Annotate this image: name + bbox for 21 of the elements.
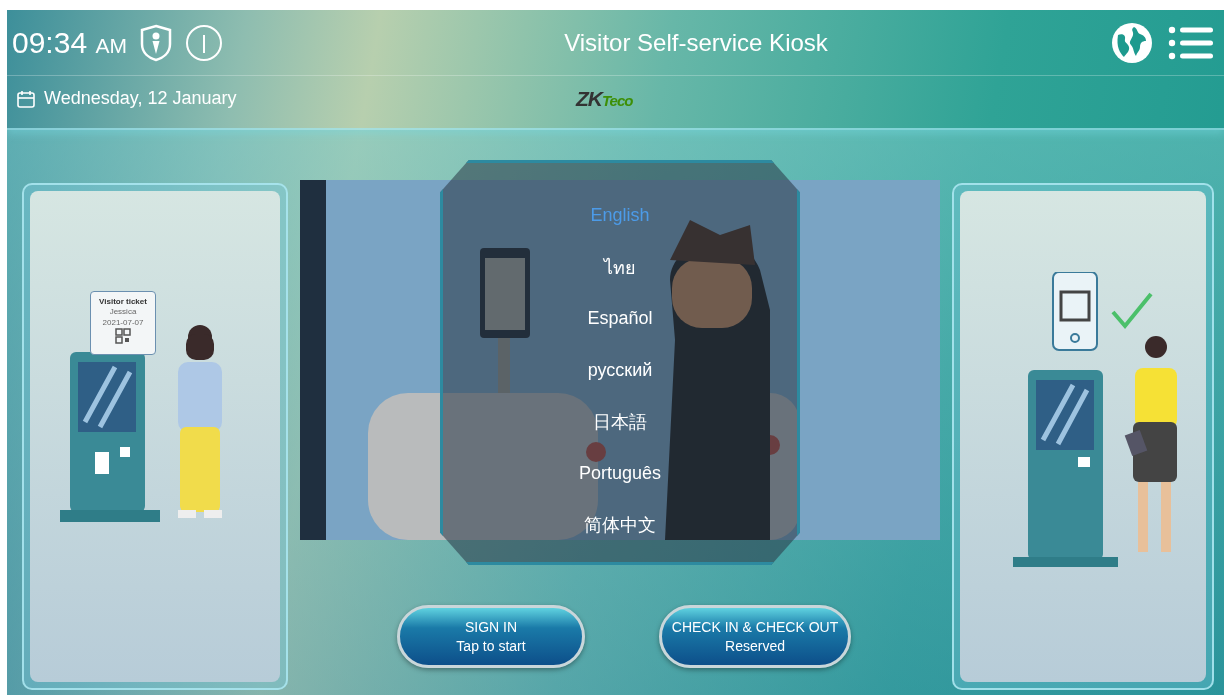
- sign-in-button[interactable]: SIGN IN Tap to start: [397, 605, 585, 668]
- globe-icon[interactable]: [1110, 20, 1154, 65]
- calendar-icon: [16, 88, 36, 109]
- language-option[interactable]: Español: [579, 293, 661, 345]
- window-title: Visitor Self-service Kiosk: [563, 28, 829, 57]
- shield-icon[interactable]: [138, 23, 173, 62]
- qr-code-icon: [115, 328, 131, 345]
- language-option[interactable]: Português: [570, 447, 670, 499]
- check-in-out-button[interactable]: CHECK IN & CHECK OUT Reserved: [659, 605, 851, 668]
- language-option[interactable]: 日本語: [585, 396, 655, 448]
- date-text: Wednesday, 12 January: [44, 88, 237, 109]
- clock-time: 09:34 AM: [12, 25, 127, 60]
- info-icon[interactable]: [184, 23, 223, 62]
- ticket-name: Jessica: [109, 307, 137, 318]
- logo: ZKTeco: [576, 86, 633, 111]
- language-option[interactable]: 简体中文: [576, 499, 664, 551]
- language-option[interactable]: русский: [579, 344, 661, 396]
- language-option[interactable]: ไทย: [596, 241, 644, 293]
- menu-icon[interactable]: [1168, 24, 1214, 61]
- ticket-date: 2021-07-07: [102, 317, 144, 329]
- ticket-title: Visitor ticket: [99, 297, 147, 308]
